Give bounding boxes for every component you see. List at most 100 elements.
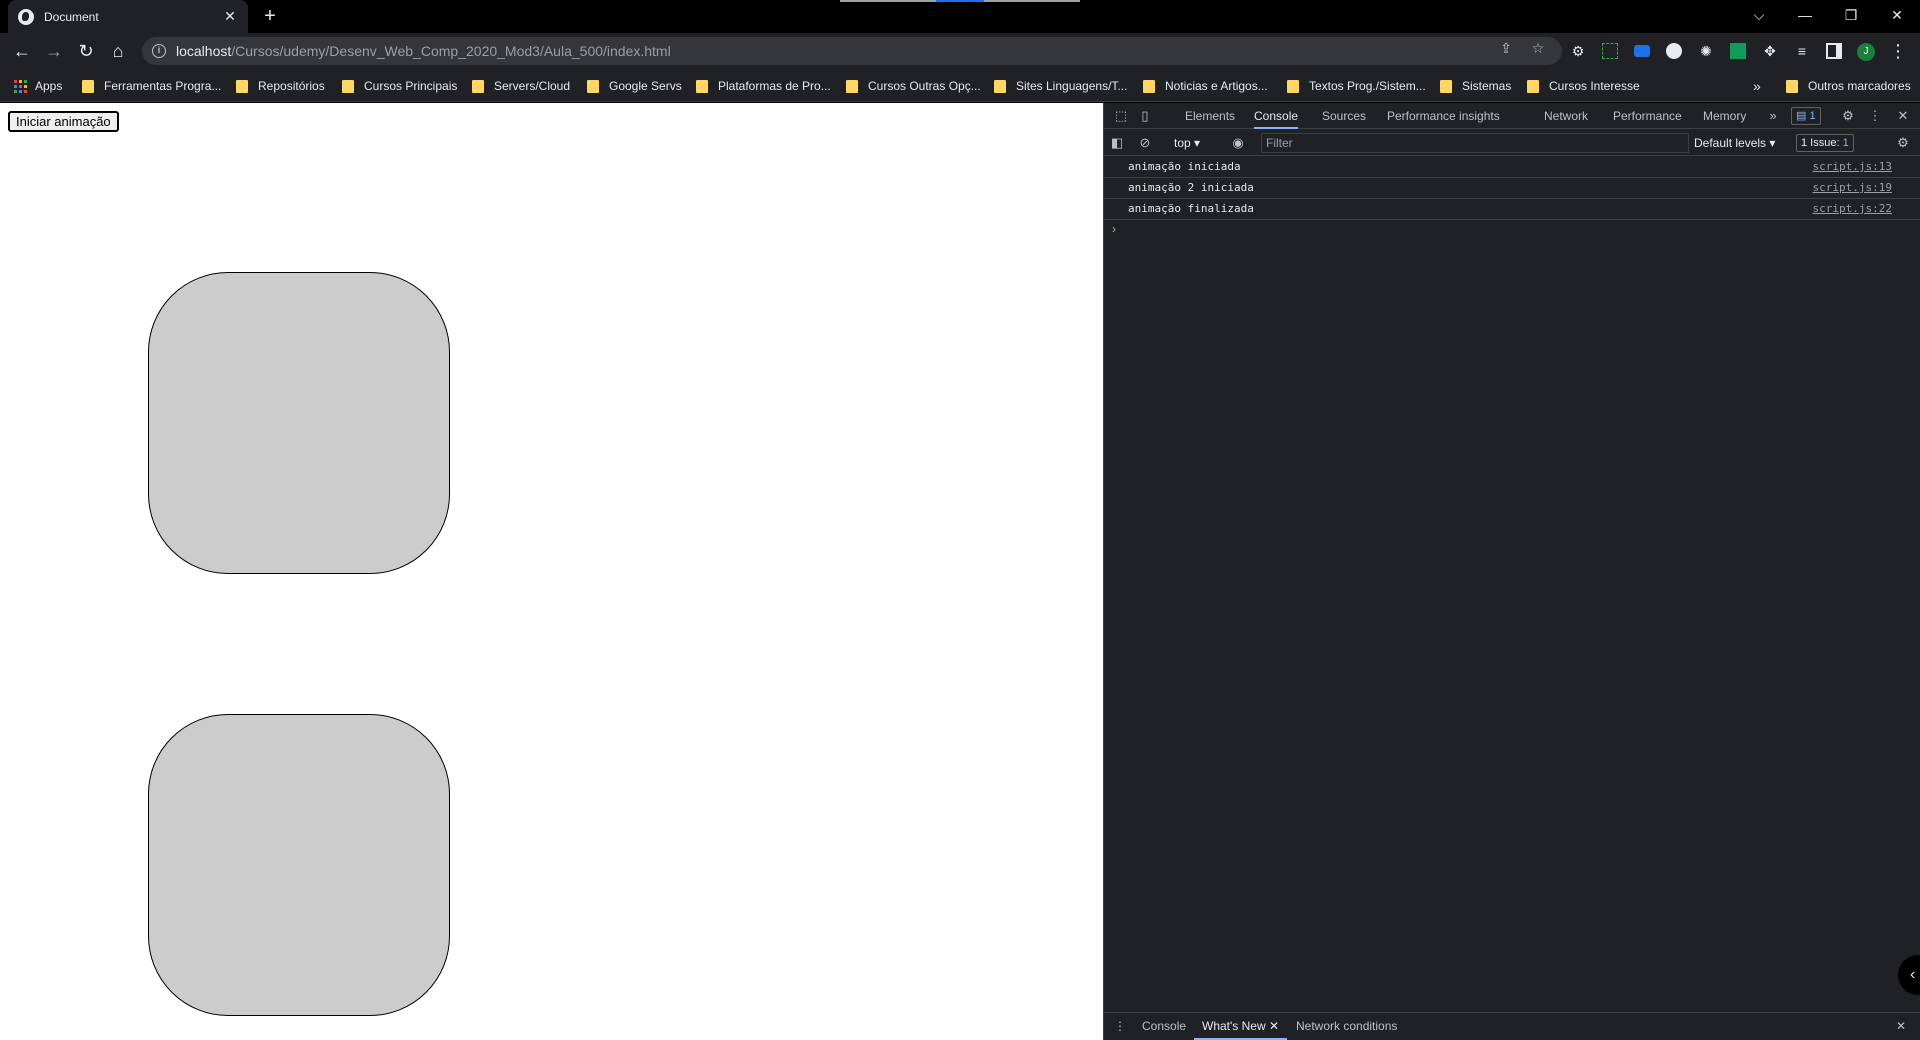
restore-icon[interactable]: ❐	[1828, 0, 1874, 30]
reload-icon[interactable]: ↻	[72, 37, 100, 65]
clear-console-icon[interactable]: ⊘	[1136, 134, 1154, 152]
drawer-tab-label: What's New	[1202, 1019, 1266, 1033]
log-source-link[interactable]: script.js:22	[1813, 199, 1892, 219]
bookmark-label: Sistemas	[1462, 79, 1512, 93]
console-prompt[interactable]: ›	[1104, 220, 1920, 238]
extension-react-icon[interactable]: ✺	[1698, 43, 1714, 59]
bookmark-folder[interactable]: Noticias e Artigos...	[1143, 77, 1268, 95]
url-path: /Cursos/udemy/Desenv_Web_Comp_2020_Mod3/…	[231, 43, 671, 59]
drawer-menu-icon[interactable]: ⋮	[1114, 1013, 1126, 1040]
profile-avatar[interactable]: J	[1857, 43, 1875, 61]
address-bar[interactable]: i localhost/Cursos/udemy/Desenv_Web_Comp…	[142, 37, 1562, 65]
drawer-tab-network-conditions[interactable]: Network conditions	[1296, 1013, 1397, 1040]
bookmark-folder[interactable]: Plataformas de Pro...	[696, 77, 831, 95]
animated-box	[148, 714, 450, 1016]
bookmark-label: Sites Linguagens/T...	[1016, 79, 1128, 93]
side-panel-icon[interactable]	[1826, 43, 1842, 59]
folder-icon	[587, 79, 599, 93]
bookmark-folder[interactable]: Cursos Outras Opç...	[846, 77, 981, 95]
issues-counter-count: 1	[1842, 137, 1849, 149]
bookmark-folder[interactable]: Repositórios	[236, 77, 325, 95]
bookmark-folder[interactable]: Textos Prog./Sistem...	[1287, 77, 1426, 95]
device-toolbar-icon[interactable]: ▯	[1136, 107, 1154, 125]
issues-counter[interactable]: 1 Issue: 1	[1796, 134, 1854, 152]
bookmark-folder[interactable]: Sites Linguagens/T...	[994, 77, 1127, 95]
tab-network[interactable]: Network	[1544, 103, 1588, 129]
close-window-icon[interactable]: ✕	[1874, 0, 1920, 30]
bookmark-label: Repositórios	[258, 79, 325, 93]
tab-performance-insights[interactable]: Performance insights	[1387, 103, 1500, 129]
bookmark-label: Apps	[35, 79, 63, 93]
console-filter-input[interactable]	[1261, 133, 1689, 153]
tab-memory[interactable]: Memory	[1703, 103, 1746, 129]
new-tab-button[interactable]: +	[258, 4, 282, 28]
settings-gear-icon[interactable]: ⚙	[1839, 107, 1857, 125]
tab-sources[interactable]: Sources	[1322, 103, 1366, 129]
bookmark-folder[interactable]: Servers/Cloud	[472, 77, 570, 95]
menu-kebab-icon[interactable]: ⋮	[1884, 37, 1912, 65]
console-message: animação finalizada script.js:22	[1104, 199, 1920, 220]
bookmark-star-icon[interactable]: ☆	[1528, 38, 1548, 58]
floating-chevron-button[interactable]: ‹	[1898, 955, 1920, 995]
issues-badge-count: 1	[1809, 110, 1816, 122]
start-animation-button[interactable]: Iniciar animação	[8, 111, 119, 132]
forward-icon[interactable]: →	[40, 37, 68, 65]
tab-search-icon[interactable]: ⌵	[1736, 0, 1782, 30]
bookmark-apps[interactable]: Apps	[14, 77, 62, 95]
more-tabs-icon[interactable]: »	[1764, 107, 1782, 125]
apps-grid-icon	[14, 79, 27, 93]
bookmarks-overflow-icon[interactable]: »	[1753, 77, 1761, 95]
sidebar-toggle-icon[interactable]: ◧	[1108, 134, 1126, 152]
console-settings-icon[interactable]: ⚙	[1894, 134, 1912, 152]
issues-counter-label: 1 Issue:	[1801, 137, 1840, 149]
extension-blue-icon[interactable]	[1634, 45, 1650, 57]
bookmark-label: Ferramentas Progra...	[104, 79, 222, 93]
extension-gear-icon[interactable]: ⚙	[1570, 43, 1586, 59]
folder-icon	[1287, 79, 1299, 93]
console-toolbar: ◧ ⊘ top ▾ ◉ Default levels ▾ 1 Issue: 1 …	[1104, 130, 1920, 156]
log-source-link[interactable]: script.js:13	[1813, 157, 1892, 177]
extension-screenshot-icon[interactable]	[1602, 43, 1618, 59]
share-icon[interactable]: ⇪	[1496, 38, 1516, 58]
close-drawer-icon[interactable]: ✕	[1896, 1013, 1906, 1040]
drawer-tab-whats-new[interactable]: What's New ✕	[1194, 1013, 1288, 1040]
devtools-tab-bar: ⬚ ▯ Elements Console Sources Performance…	[1104, 103, 1920, 129]
minimize-icon[interactable]: —	[1782, 0, 1828, 30]
other-bookmarks[interactable]: Outros marcadores	[1786, 77, 1911, 95]
context-value: top	[1174, 136, 1191, 150]
bookmark-folder[interactable]: Ferramentas Progra...	[82, 77, 221, 95]
browser-tab[interactable]: Document ✕	[8, 0, 248, 33]
info-icon[interactable]: i	[152, 44, 166, 58]
bookmark-folder[interactable]: Cursos Principais	[342, 77, 457, 95]
globe-icon	[18, 8, 34, 25]
bookmark-folder[interactable]: Sistemas	[1440, 77, 1511, 95]
folder-icon	[1527, 79, 1539, 93]
tab-elements[interactable]: Elements	[1185, 103, 1235, 129]
back-icon[interactable]: ←	[8, 37, 36, 65]
bookmark-folder[interactable]: Cursos Interesse	[1527, 77, 1640, 95]
devtools-menu-icon[interactable]: ⋮	[1866, 107, 1884, 125]
browser-toolbar: ← → ↻ ⌂ i localhost/Cursos/udemy/Desenv_…	[0, 33, 1920, 69]
bookmark-folder[interactable]: Google Servs	[587, 77, 682, 95]
log-levels-dropdown[interactable]: Default levels ▾	[1694, 134, 1775, 152]
inspect-element-icon[interactable]: ⬚	[1112, 107, 1130, 125]
drawer-tab-console[interactable]: Console	[1142, 1013, 1186, 1040]
live-expression-eye-icon[interactable]: ◉	[1229, 134, 1247, 152]
issues-badge[interactable]: ▤ 1	[1791, 107, 1821, 125]
loading-indicator	[840, 0, 1080, 2]
console-message: animação 2 iniciada script.js:19	[1104, 178, 1920, 199]
page-viewport: Iniciar animação	[0, 103, 1103, 1040]
extension-circle-icon[interactable]	[1666, 43, 1682, 59]
bookmark-label: Noticias e Artigos...	[1165, 79, 1268, 93]
media-control-icon[interactable]: ≡	[1794, 43, 1810, 59]
context-selector[interactable]: top ▾	[1174, 134, 1200, 152]
extension-green-icon[interactable]	[1730, 43, 1746, 59]
tab-console[interactable]: Console	[1254, 103, 1299, 129]
drawer-tab-close-icon[interactable]: ✕	[1269, 1019, 1279, 1033]
log-source-link[interactable]: script.js:19	[1813, 178, 1892, 198]
home-icon[interactable]: ⌂	[104, 37, 132, 65]
tab-close-icon[interactable]: ✕	[222, 8, 238, 25]
close-devtools-icon[interactable]: ✕	[1894, 107, 1912, 125]
extensions-puzzle-icon[interactable]: ✥	[1762, 43, 1778, 59]
tab-performance[interactable]: Performance	[1613, 103, 1682, 129]
